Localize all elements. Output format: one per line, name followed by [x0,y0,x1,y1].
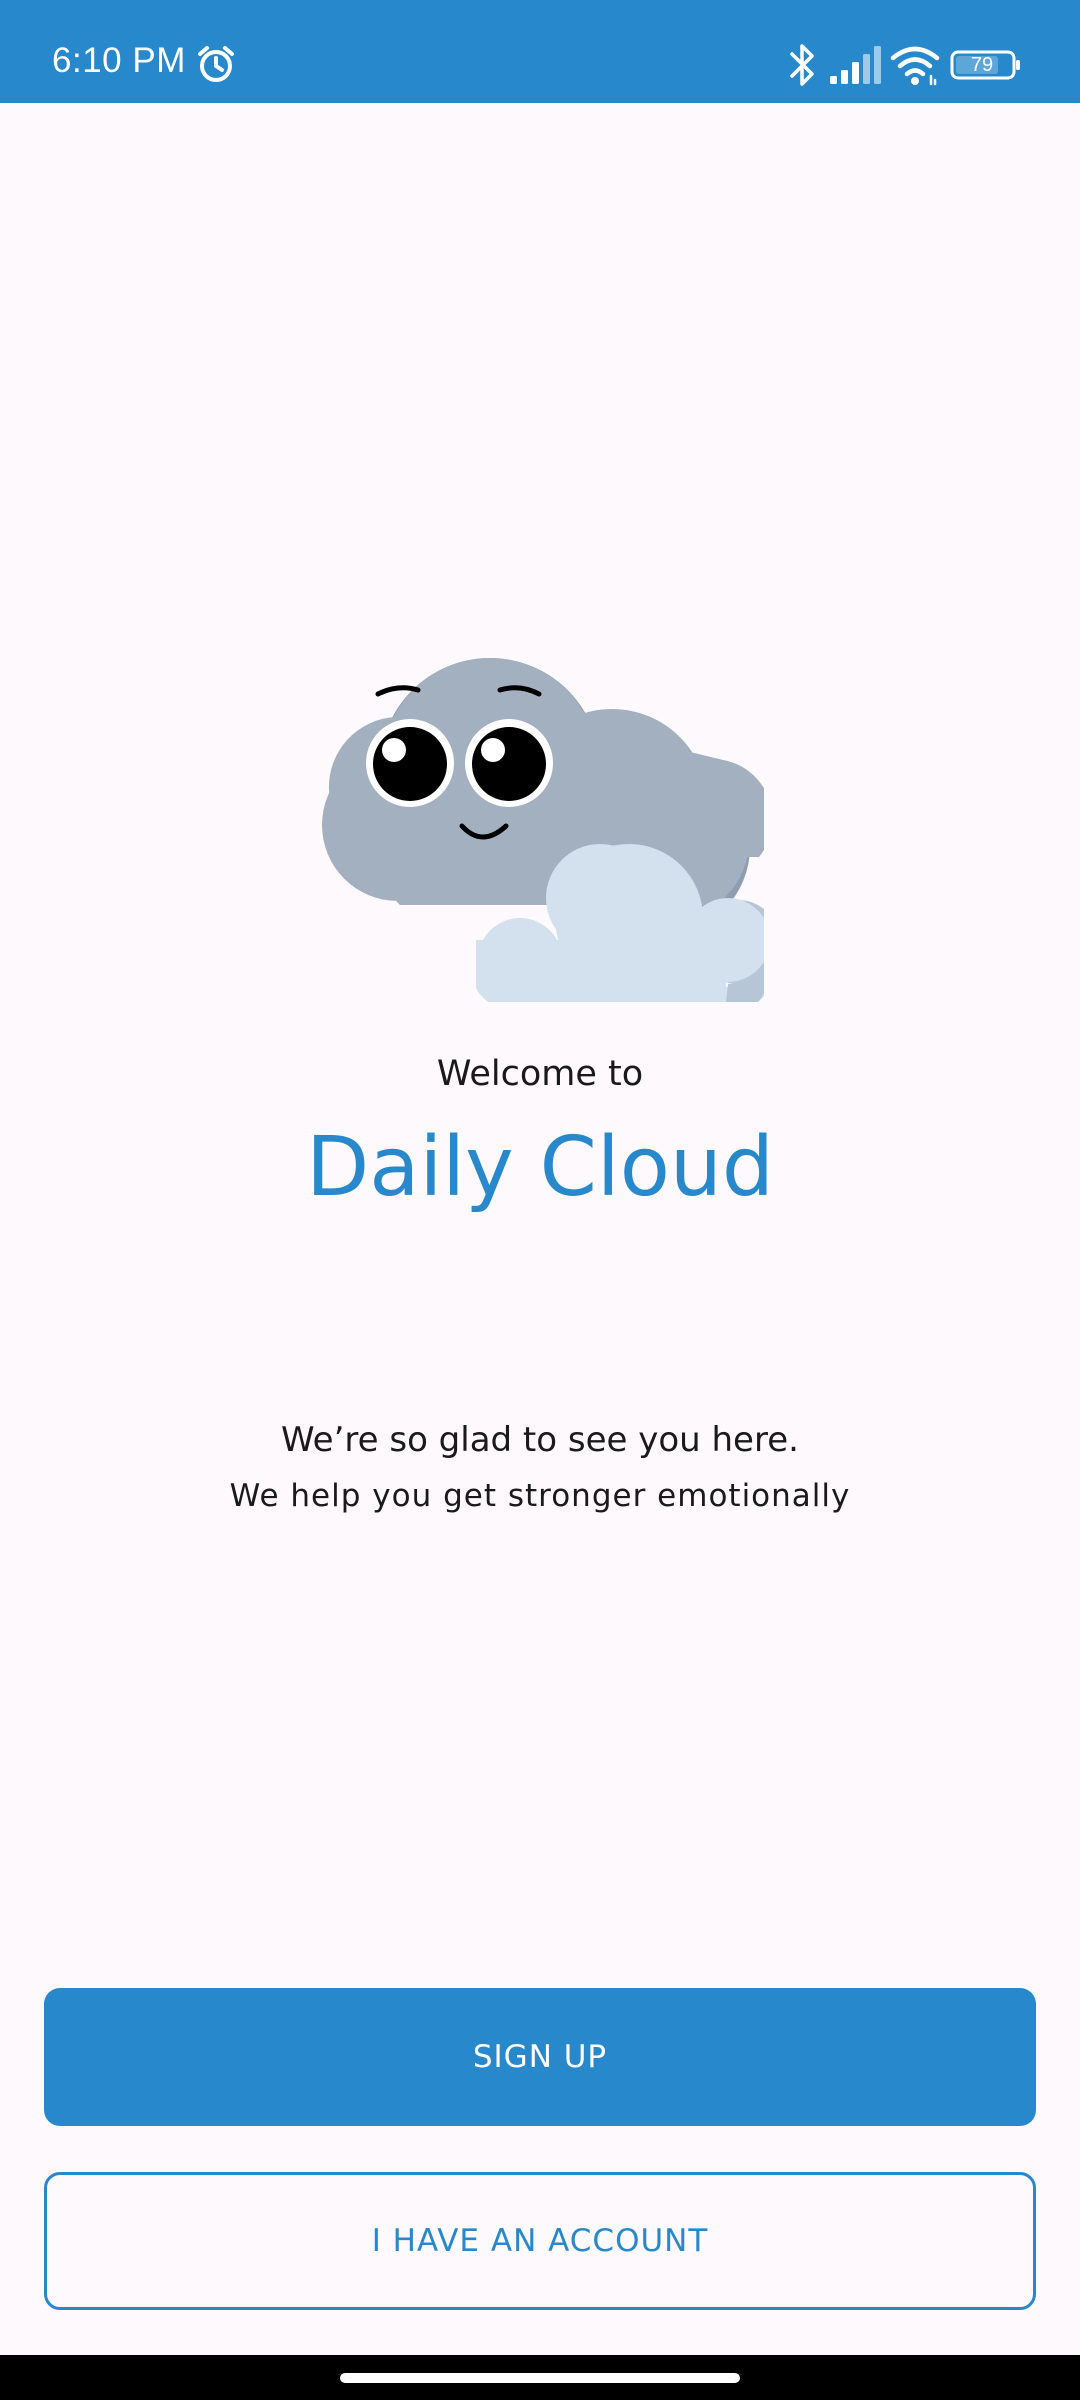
welcome-greeting: Welcome to [436,1054,644,1094]
tagline-primary: We’re so glad to see you here. [281,1420,799,1460]
alarm-icon [198,46,234,82]
status-bar: 6:10 PM 79 [0,0,1080,103]
have-account-button[interactable]: I HAVE AN ACCOUNT [44,2172,1036,2310]
wifi-icon [890,46,940,86]
home-indicator[interactable] [340,2373,740,2383]
sign-up-button[interactable]: SIGN UP [44,1988,1036,2126]
battery-level: 79 [970,54,994,76]
signal-icon [830,46,881,84]
cloud-mascot-illustration [322,658,764,1002]
bluetooth-icon [790,44,814,86]
app-name-title: Daily Cloud [306,1120,774,1215]
system-navigation-bar [0,2355,1080,2400]
status-time: 6:10 PM [52,41,186,80]
sign-up-button-label: SIGN UP [472,2039,608,2075]
have-account-button-label: I HAVE AN ACCOUNT [371,2223,709,2259]
tagline-secondary: We help you get stronger emotionally [229,1478,851,1514]
